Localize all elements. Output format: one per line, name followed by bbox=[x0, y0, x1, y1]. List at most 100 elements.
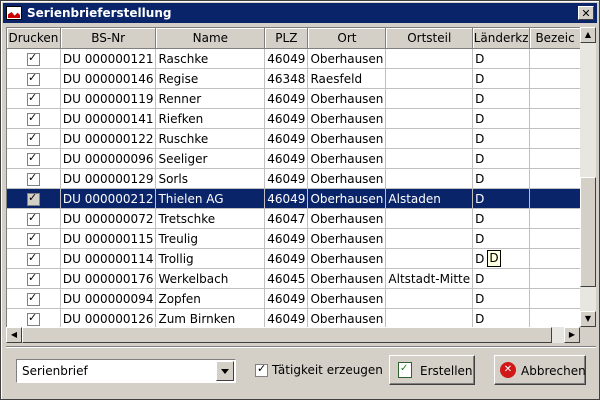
cell-plz[interactable]: 46045 bbox=[264, 268, 309, 289]
table-row[interactable]: DU 000000176Werkelbach46045OberhausenAlt… bbox=[7, 268, 581, 289]
table-row[interactable]: DU 000000094Zopfen46049Oberhausen D bbox=[7, 288, 581, 309]
activity-checkbox-label[interactable]: Tätigkeit erzeugen bbox=[272, 363, 383, 377]
cell-bezeichnung[interactable] bbox=[529, 68, 581, 89]
scroll-right-button[interactable]: ▶ bbox=[564, 327, 580, 343]
print-checkbox-cell[interactable] bbox=[7, 168, 61, 189]
cell-ortsteil[interactable] bbox=[385, 68, 474, 89]
print-checkbox[interactable] bbox=[26, 271, 40, 286]
table-row[interactable]: DU 000000121Raschke46049Oberhausen D bbox=[7, 48, 581, 69]
print-checkbox[interactable] bbox=[26, 231, 40, 246]
cell-bezeichnung[interactable] bbox=[529, 248, 581, 269]
cell-bsnr[interactable]: DU 000000122 bbox=[60, 128, 157, 149]
cell-ort[interactable]: Oberhausen bbox=[307, 248, 387, 269]
print-checkbox[interactable] bbox=[26, 151, 40, 166]
table-row[interactable]: DU 000000212Thielen AG46049OberhausenAls… bbox=[7, 188, 581, 209]
print-checkbox[interactable] bbox=[26, 211, 40, 226]
cell-name[interactable]: Treulig bbox=[155, 228, 266, 249]
cell-laenderkz[interactable]: D bbox=[472, 188, 531, 209]
cell-name[interactable]: Regise bbox=[155, 68, 266, 89]
cell-ort[interactable]: Oberhausen bbox=[307, 108, 387, 129]
print-checkbox[interactable] bbox=[26, 311, 40, 326]
cell-laenderkz[interactable]: D bbox=[472, 88, 531, 109]
col-header-ort[interactable]: Ort bbox=[307, 28, 387, 49]
cancel-button[interactable]: ✕ Abbrechen bbox=[494, 355, 586, 385]
print-checkbox[interactable] bbox=[26, 111, 40, 126]
cell-bezeichnung[interactable] bbox=[529, 88, 581, 109]
cell-bezeichnung[interactable] bbox=[529, 48, 581, 69]
cell-ort[interactable]: Oberhausen bbox=[307, 228, 387, 249]
table-row[interactable]: DU 000000129Sorls46049Oberhausen D bbox=[7, 168, 581, 189]
cell-laenderkz[interactable]: D bbox=[472, 208, 531, 229]
cell-ortsteil[interactable] bbox=[385, 108, 474, 129]
print-checkbox-cell[interactable] bbox=[7, 288, 61, 309]
cell-bsnr[interactable]: DU 000000212 bbox=[60, 188, 157, 209]
cell-ort[interactable]: Raesfeld bbox=[307, 68, 387, 89]
table-row[interactable]: DU 000000115Treulig46049Oberhausen D bbox=[7, 228, 581, 249]
cell-laenderkz[interactable]: D bbox=[472, 148, 531, 169]
cell-bezeichnung[interactable] bbox=[529, 188, 581, 209]
cell-ort[interactable]: Oberhausen bbox=[307, 168, 387, 189]
print-checkbox-cell[interactable] bbox=[7, 148, 61, 169]
print-checkbox[interactable] bbox=[26, 131, 40, 146]
print-checkbox-cell[interactable] bbox=[7, 88, 61, 109]
cell-ortsteil[interactable]: Alstaden bbox=[385, 188, 474, 209]
table-row[interactable]: DU 000000122Ruschke46049Oberhausen D bbox=[7, 128, 581, 149]
cell-ortsteil[interactable] bbox=[385, 148, 474, 169]
horizontal-scroll-thumb[interactable] bbox=[22, 327, 552, 343]
col-header-laenderkz[interactable]: Länderkz bbox=[472, 28, 531, 49]
print-checkbox[interactable] bbox=[26, 251, 40, 266]
cell-ortsteil[interactable] bbox=[385, 208, 474, 229]
cell-bsnr[interactable]: DU 000000126 bbox=[60, 308, 157, 328]
cell-bezeichnung[interactable] bbox=[529, 228, 581, 249]
cell-laenderkz[interactable]: D bbox=[472, 68, 531, 89]
cell-bsnr[interactable]: DU 000000115 bbox=[60, 228, 157, 249]
print-checkbox[interactable] bbox=[26, 91, 40, 106]
cell-bezeichnung[interactable] bbox=[529, 268, 581, 289]
cell-name[interactable]: Riefken bbox=[155, 108, 266, 129]
cell-laenderkz[interactable]: D bbox=[472, 48, 531, 69]
print-checkbox-cell[interactable] bbox=[7, 268, 61, 289]
print-checkbox[interactable] bbox=[26, 171, 40, 186]
cell-bsnr[interactable]: DU 000000119 bbox=[60, 88, 157, 109]
cell-ort[interactable]: Oberhausen bbox=[307, 268, 387, 289]
cell-plz[interactable]: 46049 bbox=[264, 288, 309, 309]
cell-ortsteil[interactable] bbox=[385, 48, 474, 69]
cell-name[interactable]: Zopfen bbox=[155, 288, 266, 309]
cell-bezeichnung[interactable] bbox=[529, 148, 581, 169]
cell-ortsteil[interactable] bbox=[385, 168, 474, 189]
cell-ortsteil[interactable]: Altstadt-Mitte bbox=[385, 268, 474, 289]
cell-ort[interactable]: Oberhausen bbox=[307, 128, 387, 149]
cell-bezeichnung[interactable] bbox=[529, 128, 581, 149]
print-checkbox-cell[interactable] bbox=[7, 208, 61, 229]
cell-bsnr[interactable]: DU 000000176 bbox=[60, 268, 157, 289]
cell-laenderkz[interactable]: D bbox=[472, 168, 531, 189]
title-bar[interactable]: Serienbrieferstellung ✕ bbox=[3, 3, 597, 23]
cell-name[interactable]: Raschke bbox=[155, 48, 266, 69]
print-checkbox-cell[interactable] bbox=[7, 128, 61, 149]
dropdown-arrow-icon[interactable] bbox=[216, 361, 234, 381]
table-row[interactable]: DU 000000146Regise46348Raesfeld D bbox=[7, 68, 581, 89]
vertical-scroll-thumb[interactable] bbox=[580, 177, 596, 288]
table-row[interactable]: DU 000000096Seeliger46049Oberhausen D bbox=[7, 148, 581, 169]
cell-name[interactable]: Seeliger bbox=[155, 148, 266, 169]
cell-laenderkz[interactable]: D bbox=[472, 308, 531, 328]
cell-name[interactable]: Thielen AG bbox=[155, 188, 266, 209]
cell-bsnr[interactable]: DU 000000146 bbox=[60, 68, 157, 89]
print-checkbox[interactable] bbox=[26, 291, 40, 306]
cell-plz[interactable]: 46047 bbox=[264, 208, 309, 229]
cell-bezeichnung[interactable] bbox=[529, 108, 581, 129]
print-checkbox-cell[interactable] bbox=[7, 108, 61, 129]
col-header-name[interactable]: Name bbox=[155, 28, 266, 49]
cell-plz[interactable]: 46049 bbox=[264, 168, 309, 189]
cell-name[interactable]: Sorls bbox=[155, 168, 266, 189]
cell-ortsteil[interactable] bbox=[385, 88, 474, 109]
cell-bsnr[interactable]: DU 000000121 bbox=[60, 48, 157, 69]
template-select[interactable]: Serienbrief bbox=[16, 359, 236, 383]
cell-plz[interactable]: 46049 bbox=[264, 228, 309, 249]
print-checkbox-cell[interactable] bbox=[7, 248, 61, 269]
col-header-drucken[interactable]: Drucken bbox=[7, 28, 61, 49]
cell-bezeichnung[interactable] bbox=[529, 168, 581, 189]
cell-bsnr[interactable]: DU 000000141 bbox=[60, 108, 157, 129]
create-button[interactable]: Erstellen bbox=[389, 355, 475, 385]
cell-laenderkz[interactable]: D bbox=[472, 128, 531, 149]
